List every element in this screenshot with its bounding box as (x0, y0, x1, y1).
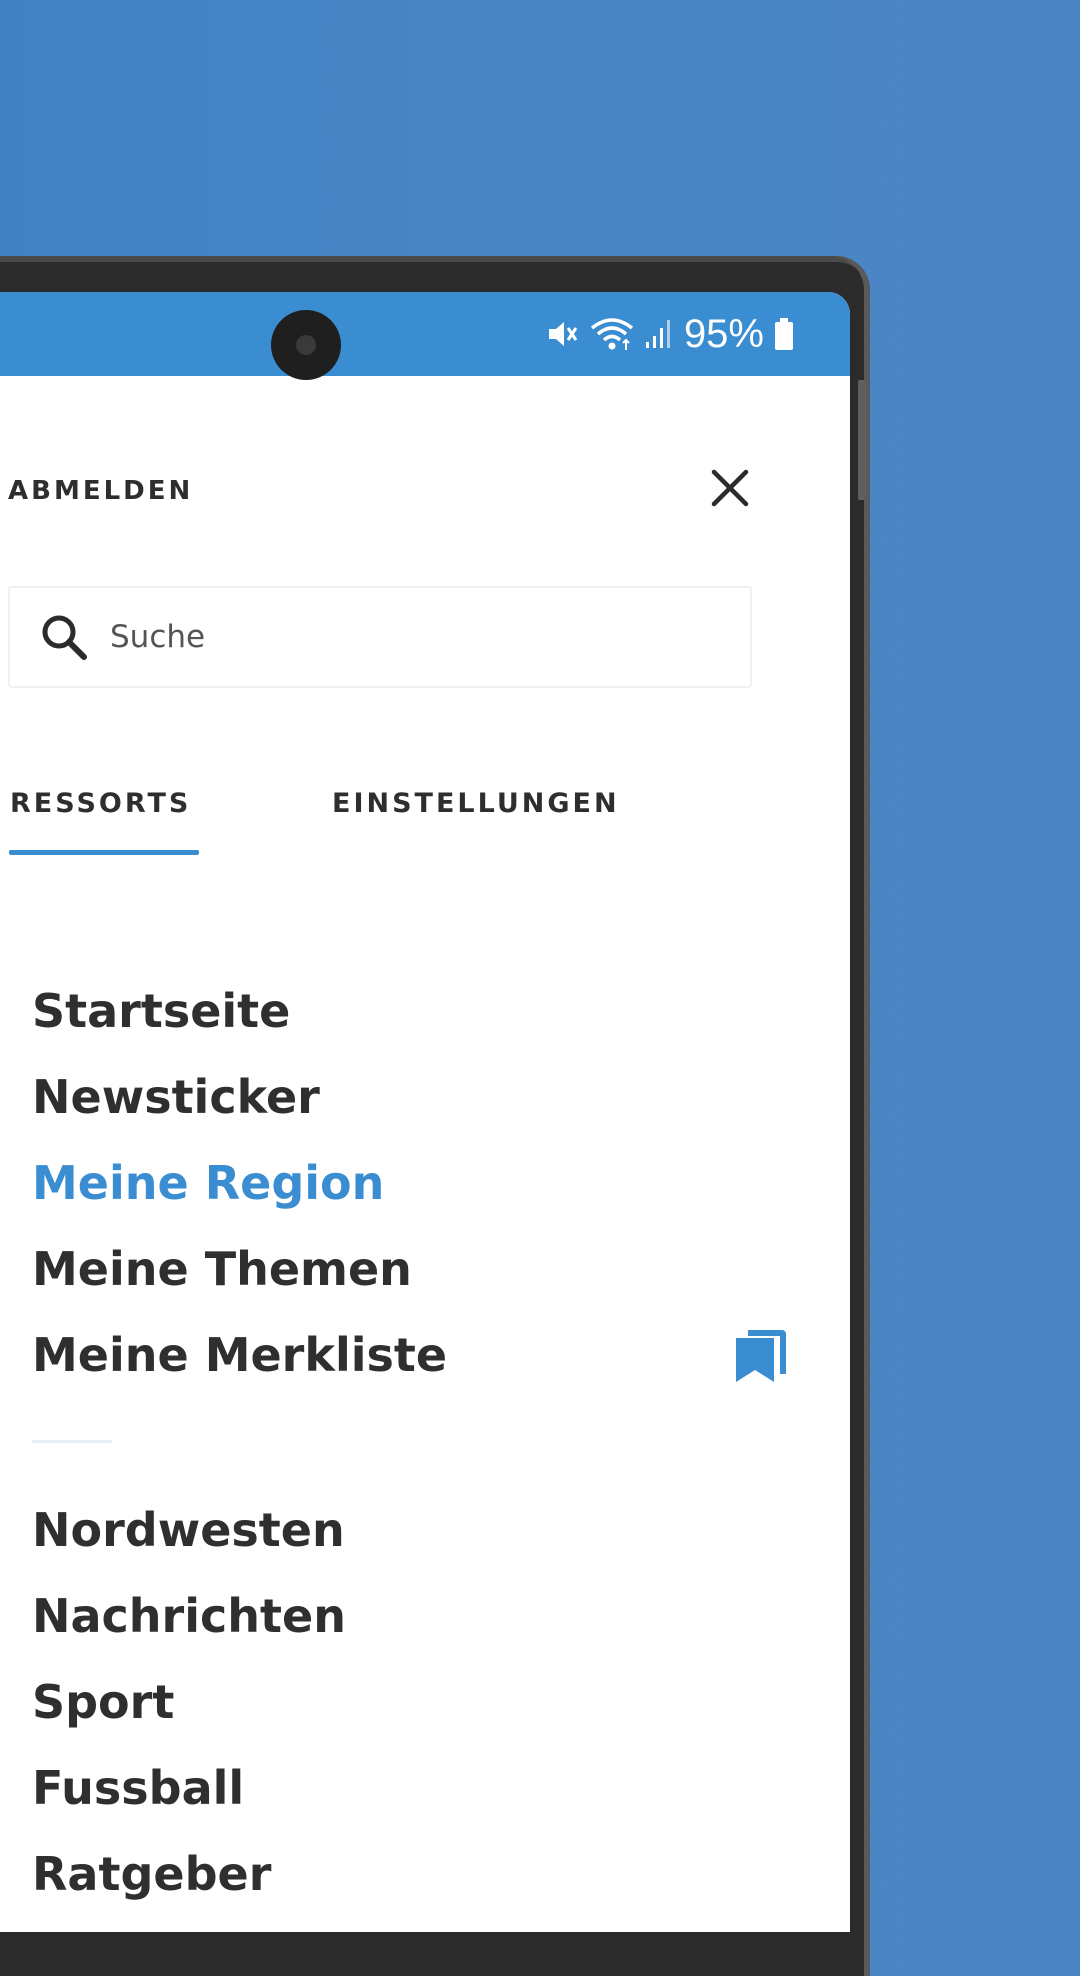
menu-item-meine-themen[interactable]: Meine Themen (32, 1226, 447, 1312)
battery-percent: 95% (683, 311, 764, 356)
search-box[interactable] (8, 586, 752, 688)
menu-item-nordwesten[interactable]: Nordwesten (32, 1487, 447, 1573)
battery-icon (774, 318, 794, 350)
menu-item-fussball[interactable]: Fussball (32, 1745, 447, 1831)
menu-item-nachrichten[interactable]: Nachrichten (32, 1573, 447, 1659)
tab-ressorts[interactable]: RESSORTS (10, 788, 191, 848)
search-input[interactable] (108, 618, 712, 656)
signal-icon (644, 318, 674, 350)
menu-divider (32, 1440, 112, 1443)
menu-item-meine-region[interactable]: Meine Region (32, 1140, 447, 1226)
wifi-icon (590, 316, 634, 352)
phone-side-button (858, 380, 866, 500)
status-bar: 95% (0, 292, 850, 380)
close-button[interactable] (698, 456, 762, 520)
mute-icon (546, 317, 580, 351)
menu-item-ratgeber[interactable]: Ratgeber (32, 1831, 447, 1917)
active-tab-indicator (9, 850, 199, 855)
close-icon (711, 469, 749, 507)
menu-item-meine-merkliste[interactable]: Meine Merkliste (32, 1312, 786, 1398)
menu-item-sport[interactable]: Sport (32, 1659, 447, 1745)
menu-item-newsticker[interactable]: Newsticker (32, 1054, 447, 1140)
status-icons: 95% (546, 312, 794, 356)
bookmark-icon (736, 1330, 786, 1382)
tab-bar: RESSORTS EINSTELLUNGEN (0, 788, 850, 898)
phone-screen: 95% ABMELDEN RESSORTS EINSTEL (0, 292, 850, 1932)
menu-item-startseite[interactable]: Startseite (32, 968, 447, 1054)
tab-einstellungen[interactable]: EINSTELLUNGEN (332, 788, 620, 848)
logout-button[interactable]: ABMELDEN (8, 476, 193, 506)
section-menu: Startseite Newsticker Meine Region Meine… (32, 968, 786, 1917)
menu-item-label: Meine Merkliste (32, 1328, 448, 1382)
front-camera (271, 310, 341, 380)
search-icon (42, 615, 87, 660)
